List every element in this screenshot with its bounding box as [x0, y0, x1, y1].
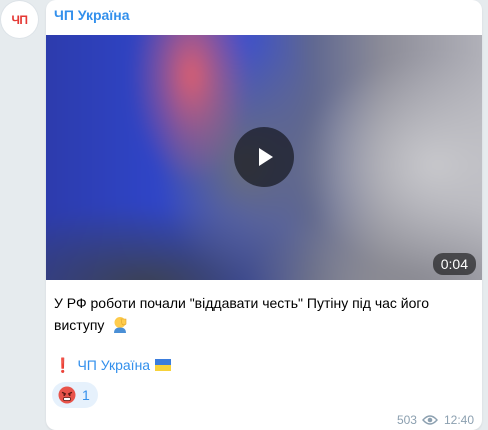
caption-text: У РФ роботи почали "віддавати честь" Пут…: [54, 295, 429, 333]
ukraine-flag-icon: [155, 359, 172, 371]
message-caption: У РФ роботи почали "віддавати честь" Пут…: [54, 292, 464, 336]
message-signature: ❗️ ЧП Україна: [54, 354, 172, 376]
channel-avatar[interactable]: ЧП: [1, 1, 38, 38]
video-player[interactable]: 0:04: [46, 35, 482, 280]
avatar-text: ЧП: [11, 12, 28, 27]
view-count: 503: [396, 413, 417, 427]
message-time: 12:40: [443, 413, 474, 427]
message-meta: 503 12:40: [397, 413, 474, 427]
exclamation-icon: ❗️: [54, 357, 72, 373]
play-button[interactable]: [234, 127, 294, 187]
angry-face-icon: [58, 386, 76, 404]
reaction-chip[interactable]: 1: [52, 382, 98, 408]
reaction-count: 1: [82, 387, 90, 403]
man-facepalming-icon: [114, 317, 127, 333]
play-icon: [259, 148, 273, 166]
video-duration: 0:04: [432, 253, 476, 275]
eye-icon: [422, 415, 438, 425]
channel-name[interactable]: ЧП Україна: [54, 7, 130, 23]
message-bubble: ЧП Україна 0:04 У РФ роботи почали "відд…: [46, 0, 482, 430]
channel-link[interactable]: ЧП Україна: [77, 354, 150, 376]
